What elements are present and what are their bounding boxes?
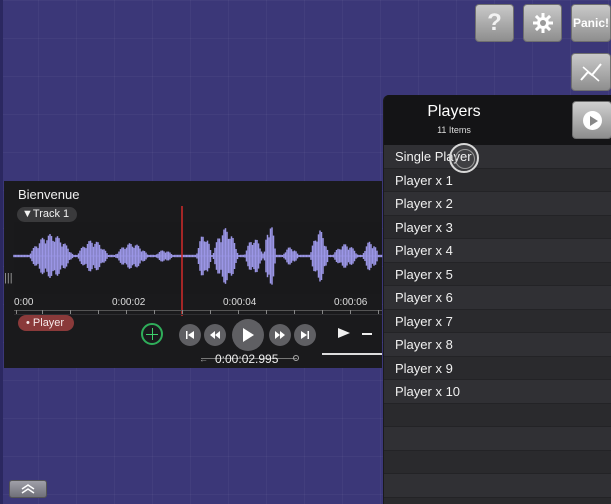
player-badge[interactable]: • Player <box>18 315 74 331</box>
time-slider-arrow: ← <box>199 354 208 364</box>
list-item[interactable]: Player x 1 <box>384 168 611 192</box>
list-item[interactable]: Player x 5 <box>384 262 611 286</box>
waveform-svg <box>13 206 383 316</box>
question-icon: ? <box>487 9 502 36</box>
empty-row <box>384 403 611 427</box>
time-label: 0:00:06 <box>334 297 368 308</box>
track-window: Bienvenue ▼Track 1 ||| 0:00 0:00:02 0:00… <box>4 181 383 368</box>
play-button[interactable] <box>232 319 264 351</box>
side-play-icon[interactable] <box>337 327 351 339</box>
skip-end-icon <box>301 331 309 339</box>
list-item[interactable]: Player x 4 <box>384 239 611 263</box>
empty-row <box>384 474 611 498</box>
track-selector[interactable]: ▼Track 1 <box>17 207 78 222</box>
curve-tool-icon <box>580 63 602 82</box>
level-bar <box>322 353 382 355</box>
fast-forward-button[interactable] <box>269 324 291 346</box>
touch-cursor <box>449 143 479 173</box>
play-triangle <box>590 116 598 126</box>
sync-crosshair-button[interactable] <box>141 323 163 345</box>
panel-title: Players <box>427 103 481 120</box>
panel-play-button[interactable] <box>572 101 611 139</box>
waveform-display[interactable] <box>13 206 383 316</box>
list-item[interactable]: Single Player <box>384 145 611 169</box>
settings-button[interactable] <box>523 4 562 42</box>
rewind-button[interactable] <box>204 324 226 346</box>
time-label: 0:00:02 <box>112 297 146 308</box>
double-chevron-up-icon <box>21 484 35 494</box>
time-slider-knob[interactable] <box>293 355 299 361</box>
list-item[interactable]: Player x 8 <box>384 333 611 357</box>
curve-tool-button[interactable] <box>571 53 611 91</box>
help-button[interactable]: ? <box>475 4 514 42</box>
time-label: 0:00:04 <box>223 297 257 308</box>
list-item[interactable]: Player x 6 <box>384 286 611 310</box>
panic-button[interactable]: Panic! <box>571 4 611 42</box>
list-item[interactable]: Player x 2 <box>384 192 611 216</box>
collapse-button[interactable] <box>9 480 47 498</box>
resize-handle[interactable]: ||| <box>4 271 13 285</box>
empty-row <box>384 450 611 474</box>
fast-forward-icon <box>275 331 285 339</box>
list-item[interactable]: Player x 9 <box>384 356 611 380</box>
skip-end-button[interactable] <box>294 324 316 346</box>
list-item[interactable]: Player x 3 <box>384 215 611 239</box>
workspace-edge <box>0 0 3 504</box>
rewind-icon <box>210 331 220 339</box>
panel-header: Players 11 Items <box>384 95 611 145</box>
gear-icon <box>532 13 553 33</box>
skip-start-icon <box>186 331 194 339</box>
track-title: Bienvenue <box>18 187 80 202</box>
time-label: 0:00 <box>14 297 34 308</box>
time-readout: 0:00:02.995 <box>215 352 279 366</box>
empty-row <box>384 427 611 451</box>
list-item[interactable]: Player x 7 <box>384 309 611 333</box>
minus-icon[interactable] <box>362 333 372 335</box>
players-panel: Players 11 Items Single Player Player x … <box>383 95 611 504</box>
item-count: 11 Items <box>437 125 471 135</box>
skip-start-button[interactable] <box>179 324 201 346</box>
list-item[interactable]: Player x 10 <box>384 380 611 404</box>
panic-label: Panic! <box>572 16 609 30</box>
player-list: Single Player Player x 1 Player x 2 Play… <box>384 145 611 498</box>
play-icon <box>243 328 254 342</box>
